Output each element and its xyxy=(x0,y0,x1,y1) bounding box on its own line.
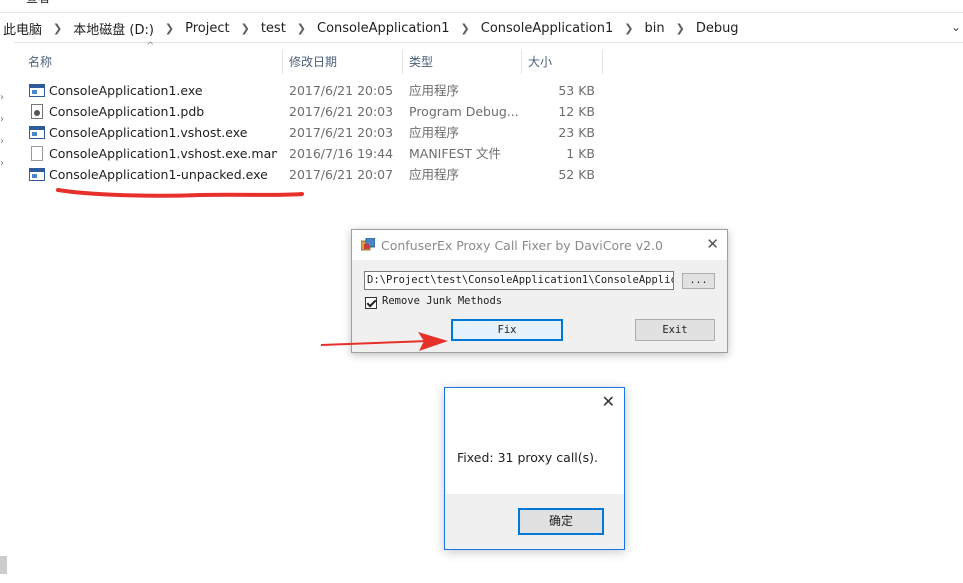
breadcrumb-item[interactable]: 此电脑 xyxy=(0,19,45,38)
file-date: 2017/6/21 20:07 xyxy=(289,167,394,182)
file-name: ConsoleApplication1.pdb xyxy=(49,104,205,119)
column-header-name[interactable]: 名称 xyxy=(22,48,282,76)
remove-junk-checkbox[interactable] xyxy=(365,297,377,309)
table-row[interactable]: ConsoleApplication1-unpacked.exe 2017/6/… xyxy=(22,164,622,185)
chevron-right-icon[interactable]: › xyxy=(0,136,4,147)
column-divider[interactable] xyxy=(602,50,603,74)
exe-icon xyxy=(29,126,45,139)
breadcrumb-item[interactable]: test xyxy=(258,21,289,36)
file-size: 52 KB xyxy=(558,167,595,182)
file-size: 53 KB xyxy=(558,83,595,98)
file-date: 2017/6/21 20:05 xyxy=(289,83,394,98)
file-icon xyxy=(31,146,43,161)
chevron-right-icon[interactable]: › xyxy=(0,92,4,103)
dialog-titlebar[interactable]: ConfuserEx Proxy Call Fixer by DaviCore … xyxy=(352,230,727,260)
ok-button[interactable]: 确定 xyxy=(518,508,604,535)
checkbox-label[interactable]: Remove Junk Methods xyxy=(382,295,502,307)
breadcrumb-item[interactable]: bin xyxy=(641,21,667,36)
chevron-right-icon[interactable]: ❯ xyxy=(45,22,70,35)
message-text: Fixed: 31 proxy call(s). xyxy=(457,450,599,465)
file-size: 1 KB xyxy=(566,146,595,161)
breadcrumb-item[interactable]: Project xyxy=(182,21,232,36)
exit-button[interactable]: Exit xyxy=(635,319,715,341)
breadcrumb-item[interactable]: ConsoleApplication1 xyxy=(314,21,453,36)
scrollbar-thumb[interactable] xyxy=(0,556,7,574)
pdb-icon xyxy=(31,104,43,119)
exe-icon xyxy=(29,84,45,97)
chevron-right-icon[interactable]: › xyxy=(0,158,4,169)
fixer-dialog: ConfuserEx Proxy Call Fixer by DaviCore … xyxy=(351,229,728,353)
column-header-date[interactable]: 修改日期 xyxy=(283,48,402,76)
file-type: 应用程序 xyxy=(409,83,460,98)
breadcrumb-item[interactable]: Debug xyxy=(693,21,742,36)
file-size: 23 KB xyxy=(558,125,595,140)
chevron-right-icon[interactable]: ❯ xyxy=(233,22,258,35)
file-type: MANIFEST 文件 xyxy=(409,146,502,161)
file-date: 2017/6/21 20:03 xyxy=(289,104,394,119)
close-icon[interactable]: ✕ xyxy=(706,235,719,253)
file-name: ConsoleApplication1.vshost.exe.manif... xyxy=(49,146,277,161)
message-box: ✕ Fixed: 31 proxy call(s). 确定 xyxy=(444,387,625,550)
file-type: 应用程序 xyxy=(409,167,460,182)
chevron-right-icon[interactable]: ❯ xyxy=(616,22,641,35)
chevron-right-icon[interactable]: › xyxy=(0,114,4,125)
table-row[interactable]: ConsoleApplication1.vshost.exe 2017/6/21… xyxy=(22,122,622,143)
table-row[interactable]: ConsoleApplication1.pdb 2017/6/21 20:03 … xyxy=(22,101,622,122)
file-name: ConsoleApplication1-unpacked.exe xyxy=(49,167,268,182)
close-icon[interactable]: ✕ xyxy=(602,392,615,411)
table-row[interactable]: ConsoleApplication1.vshost.exe.manif... … xyxy=(22,143,622,164)
file-date: 2017/6/21 20:03 xyxy=(289,125,394,140)
file-type: Program Debug... xyxy=(409,104,519,119)
column-header-size[interactable]: 大小 xyxy=(522,48,602,76)
exe-icon xyxy=(29,168,45,181)
navigation-pane: › › › › xyxy=(0,42,14,583)
breadcrumb: 此电脑 ❯ 本地磁盘 (D:) ❯ Project ❯ test ❯ Conso… xyxy=(0,14,963,43)
message-footer: 确定 xyxy=(445,494,624,549)
chevron-down-icon[interactable]: ⌄ xyxy=(951,20,961,34)
chevron-right-icon[interactable]: ❯ xyxy=(668,22,693,35)
file-name: ConsoleApplication1.vshost.exe xyxy=(49,125,248,140)
browse-button[interactable]: ... xyxy=(682,273,715,289)
fix-button[interactable]: Fix xyxy=(451,319,563,341)
table-row[interactable]: ConsoleApplication1.exe 2017/6/21 20:05 … xyxy=(22,80,622,101)
breadcrumb-item[interactable]: ConsoleApplication1 xyxy=(478,21,617,36)
dialog-title: ConfuserEx Proxy Call Fixer by DaviCore … xyxy=(381,238,663,253)
path-input[interactable]: D:\Project\test\ConsoleApplication1\Cons… xyxy=(364,271,674,290)
column-header-type[interactable]: 类型 xyxy=(403,48,521,76)
file-name: ConsoleApplication1.exe xyxy=(49,83,203,98)
chevron-right-icon[interactable]: ❯ xyxy=(289,22,314,35)
menu-bar: 查看 xyxy=(0,0,963,13)
chevron-right-icon[interactable]: ❯ xyxy=(157,22,182,35)
chevron-right-icon[interactable]: ❯ xyxy=(453,22,478,35)
breadcrumb-item[interactable]: 本地磁盘 (D:) xyxy=(70,19,157,38)
file-size: 12 KB xyxy=(558,104,595,119)
file-type: 应用程序 xyxy=(409,125,460,140)
file-date: 2016/7/16 19:44 xyxy=(289,146,394,161)
app-icon xyxy=(361,238,375,251)
